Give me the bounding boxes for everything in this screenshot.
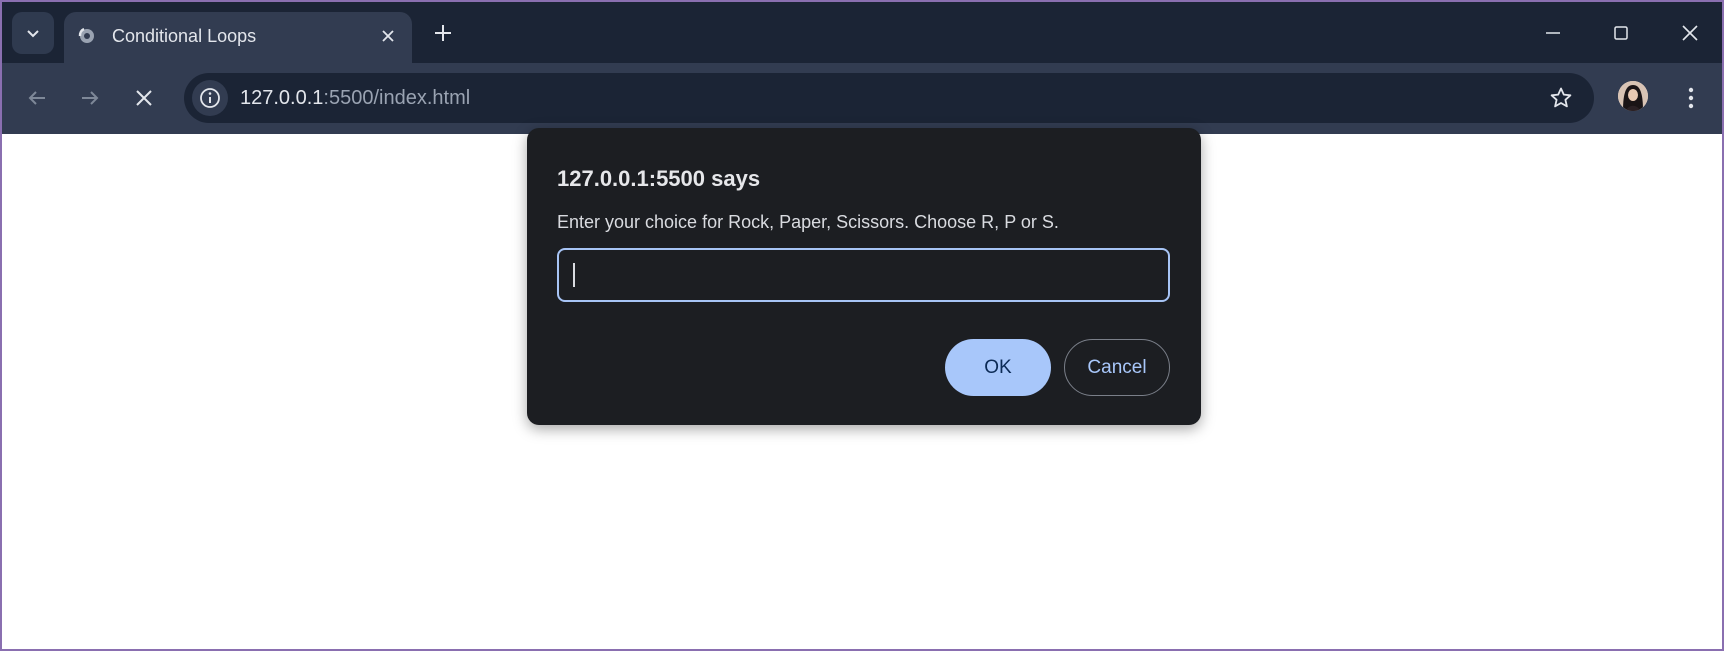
tab-close-button[interactable] (376, 24, 400, 48)
address-bar[interactable]: 127.0.0.1:5500/index.html (184, 73, 1594, 123)
minimize-icon (1546, 32, 1560, 34)
text-caret (573, 263, 575, 287)
close-icon (1682, 25, 1698, 41)
url-text[interactable]: 127.0.0.1:5500/index.html (240, 87, 470, 110)
browser-menu-button[interactable] (1678, 81, 1704, 115)
minimize-button[interactable] (1530, 16, 1576, 50)
url-host: 127.0.0.1 (240, 87, 324, 109)
close-icon (136, 90, 152, 106)
bookmark-button[interactable] (1548, 85, 1574, 111)
forward-button[interactable] (73, 81, 107, 115)
close-window-button[interactable] (1667, 16, 1713, 50)
ok-button[interactable]: OK (945, 339, 1051, 396)
close-icon (382, 30, 394, 42)
tab-conditional-loops[interactable]: Conditional Loops (64, 12, 412, 63)
cancel-button[interactable]: Cancel (1064, 339, 1170, 396)
star-icon (1550, 87, 1572, 108)
dialog-message: Enter your choice for Rock, Paper, Sciss… (557, 212, 1059, 232)
tab-search-button[interactable] (12, 12, 54, 54)
maximize-button[interactable] (1598, 16, 1644, 50)
loading-globe-icon (78, 27, 94, 43)
avatar-icon (1618, 81, 1648, 111)
chevron-down-icon (27, 30, 39, 38)
maximize-icon (1614, 26, 1628, 40)
prompt-input[interactable] (557, 248, 1170, 302)
new-tab-button[interactable] (430, 20, 456, 46)
profile-avatar[interactable] (1618, 81, 1648, 111)
plus-icon (435, 25, 451, 41)
info-icon (200, 88, 220, 108)
arrow-left-icon (28, 91, 45, 105)
arrow-right-icon (82, 91, 99, 105)
browser-window: Conditional Loops 127.0.0.1:5500/index.h… (0, 0, 1724, 651)
tab-title: Conditional Loops (112, 26, 257, 46)
back-button[interactable] (20, 81, 54, 115)
kebab-menu-icon (1688, 87, 1694, 109)
site-info-button[interactable] (192, 80, 228, 116)
browser-toolbar: 127.0.0.1:5500/index.html (2, 63, 1722, 134)
url-path: :5500/index.html (323, 87, 471, 109)
prompt-dialog: 127.0.0.1:5500 says Enter your choice fo… (527, 128, 1201, 425)
dialog-title: 127.0.0.1:5500 says (557, 166, 761, 191)
stop-loading-button[interactable] (127, 81, 161, 115)
tab-strip: Conditional Loops (2, 2, 1722, 63)
